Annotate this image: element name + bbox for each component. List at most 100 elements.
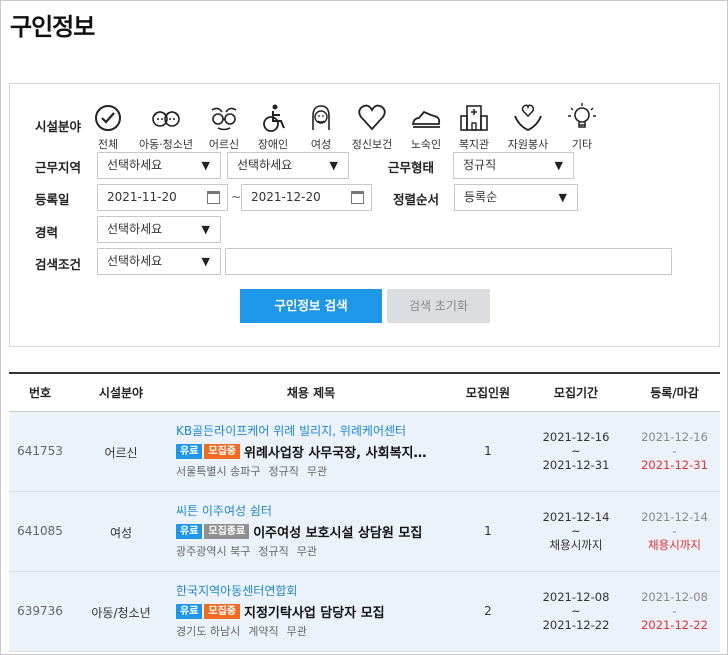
- reg-date: 2021-12-14: [641, 510, 708, 524]
- period-start: 2021-12-16: [542, 430, 610, 444]
- condition-select-value: 선택하세요: [107, 254, 163, 268]
- condition-label: 검색조건: [35, 257, 82, 272]
- reg-sep: -: [672, 604, 677, 618]
- row-org-link[interactable]: 씨튼 이주여성 쉼터: [176, 502, 456, 519]
- row-title-line: 유료 모집중 지정기탁사업 담당자 모집: [176, 602, 456, 620]
- worktype-select[interactable]: 정규직 ▼: [453, 152, 574, 179]
- calendar-icon[interactable]: [207, 191, 220, 204]
- row-title-cell: 씨튼 이주여성 쉼터 유료 모집종료 이주여성 보호시설 상담원 모집 광주광역시 …: [176, 502, 456, 559]
- row-title-line: 유료 모집중 위례사업장 사무국장, 사회복지…: [176, 442, 456, 460]
- reg-date: 2021-12-16: [641, 430, 708, 444]
- paid-badge: 유료: [176, 604, 203, 619]
- row-title-cell: 한국지역아동센터연합회 유료 모집중 지정기탁사업 담당자 모집 경기도 하남시 계약…: [176, 582, 456, 639]
- reset-button[interactable]: 검색 초기화: [387, 289, 490, 323]
- chevron-down-icon: ▼: [201, 255, 210, 268]
- status-badge: 모집중: [204, 444, 241, 459]
- region-select-2[interactable]: 선택하세요 ▼: [227, 152, 349, 179]
- career-label: 경력: [35, 225, 59, 240]
- chevron-down-icon: ▼: [554, 159, 563, 172]
- row-reg: 2021-12-08 - 2021-12-22: [629, 590, 720, 632]
- category-label: 정신보건: [351, 138, 393, 151]
- status-badge: 모집중: [204, 604, 241, 619]
- row-location: 경기도 하남시: [176, 625, 241, 638]
- row-career: 무관: [306, 465, 328, 478]
- page-frame: 구인정보 시설분야 전체 아동·청소년 어르신 장애인 여성 정신보건 노숙인 …: [0, 0, 728, 655]
- date-separator: ~: [231, 190, 242, 204]
- category-label: 기타: [571, 138, 593, 151]
- period-sep: ~: [571, 604, 581, 618]
- row-period: 2021-12-14 ~ 채용시까지: [527, 510, 625, 552]
- row-org-link[interactable]: KB골든라이프케어 위례 빌리지, 위례케어센터: [176, 422, 456, 439]
- row-meta: 경기도 하남시 계약직 무관: [176, 623, 456, 639]
- paid-badge: 유료: [176, 444, 203, 459]
- row-num: 639736: [17, 604, 63, 618]
- status-badge: 모집종료: [204, 524, 250, 539]
- row-job-title-link[interactable]: 지정기탁사업 담당자 모집: [244, 606, 385, 620]
- row-job-title-link[interactable]: 이주여성 보호시설 상담원 모집: [253, 526, 422, 540]
- category-welfare-center[interactable]: 복지관: [446, 102, 502, 152]
- career-select[interactable]: 선택하세요 ▼: [97, 216, 221, 243]
- career-select-value: 선택하세요: [107, 222, 163, 236]
- deadline: 2021-12-22: [641, 618, 708, 632]
- date-from-input[interactable]: 2021-11-20: [97, 184, 228, 211]
- date-from-value: 2021-11-20: [107, 190, 177, 204]
- header-reg: 등록/마감: [650, 386, 699, 400]
- header-period: 모집기간: [553, 386, 599, 400]
- row-job-title-link[interactable]: 위례사업장 사무국장, 사회복지…: [244, 446, 426, 460]
- category-mental-health[interactable]: 정신보건: [344, 102, 400, 152]
- worktype-label: 근무형태: [388, 160, 435, 175]
- row-type: 계약직: [248, 625, 279, 638]
- keyword-input[interactable]: [225, 248, 672, 275]
- facility-label: 시설분야: [35, 119, 82, 134]
- paid-badge: 유료: [176, 524, 203, 539]
- row-count: 1: [484, 444, 492, 458]
- date-to-value: 2021-12-20: [251, 190, 321, 204]
- period-sep: ~: [571, 444, 581, 458]
- category-label: 아동·청소년: [138, 138, 194, 151]
- date-to-input[interactable]: 2021-12-20: [241, 184, 372, 211]
- category-children[interactable]: 아동·청소년: [138, 102, 194, 152]
- row-type: 정규직: [258, 545, 289, 558]
- worktype-select-value: 정규직: [463, 158, 497, 172]
- header-field: 시설분야: [98, 386, 144, 400]
- row-type: 정규직: [268, 465, 299, 478]
- reg-date: 2021-12-08: [641, 590, 708, 604]
- category-elderly[interactable]: 어르신: [196, 102, 252, 152]
- table-row[interactable]: 639736 아동/청소년 한국지역아동센터연합회 유료 모집중 지정기탁사업 담당…: [9, 572, 720, 652]
- row-period: 2021-12-08 ~ 2021-12-22: [527, 590, 625, 632]
- sort-select[interactable]: 등록순 ▼: [454, 184, 578, 211]
- search-button[interactable]: 구인정보 검색: [240, 289, 382, 323]
- check-circle-icon: [95, 105, 121, 131]
- row-count: 1: [484, 524, 492, 538]
- period-end: 2021-12-31: [542, 458, 610, 472]
- chevron-down-icon: ▼: [201, 223, 210, 236]
- row-meta: 서울특별시 송파구 정규직 무관: [176, 463, 456, 479]
- row-org-link[interactable]: 한국지역아동센터연합회: [176, 582, 456, 599]
- category-volunteer[interactable]: 자원봉사: [500, 102, 556, 152]
- table-header: 번호 시설분야 채용 제목 모집인원 모집기간 등록/마감: [9, 374, 720, 412]
- chevron-down-icon: ▼: [329, 159, 338, 172]
- chevron-down-icon: ▼: [558, 191, 567, 204]
- lightbulb-icon: [568, 103, 596, 128]
- calendar-icon[interactable]: [351, 191, 364, 204]
- period-start: 2021-12-14: [542, 510, 610, 524]
- period-end: 채용시까지: [549, 538, 603, 552]
- woman-icon: [312, 105, 330, 130]
- condition-select[interactable]: 선택하세요 ▼: [97, 248, 221, 275]
- row-location: 서울특별시 송파구: [176, 465, 261, 478]
- category-all[interactable]: 전체: [80, 102, 136, 152]
- region-select-1[interactable]: 선택하세요 ▼: [97, 152, 221, 179]
- deadline: 2021-12-31: [641, 458, 708, 472]
- reg-sep: -: [672, 524, 677, 538]
- elderly-glasses-icon: [211, 107, 237, 131]
- region-select-1-value: 선택하세요: [107, 158, 163, 172]
- header-count: 모집인원: [465, 386, 511, 400]
- category-etc[interactable]: 기타: [554, 102, 610, 152]
- category-label: 자원봉사: [507, 138, 549, 151]
- row-reg: 2021-12-16 - 2021-12-31: [629, 430, 720, 472]
- table-row[interactable]: 641085 여성 씨튼 이주여성 쉼터 유료 모집종료 이주여성 보호시설 상담원…: [9, 492, 720, 572]
- table-row[interactable]: 641753 어르신 KB골든라이프케어 위례 빌리지, 위례케어센터 유료 모집…: [9, 412, 720, 492]
- row-field: 아동/청소년: [91, 606, 151, 620]
- row-period: 2021-12-16 ~ 2021-12-31: [527, 430, 625, 472]
- category-women[interactable]: 여성: [293, 102, 349, 152]
